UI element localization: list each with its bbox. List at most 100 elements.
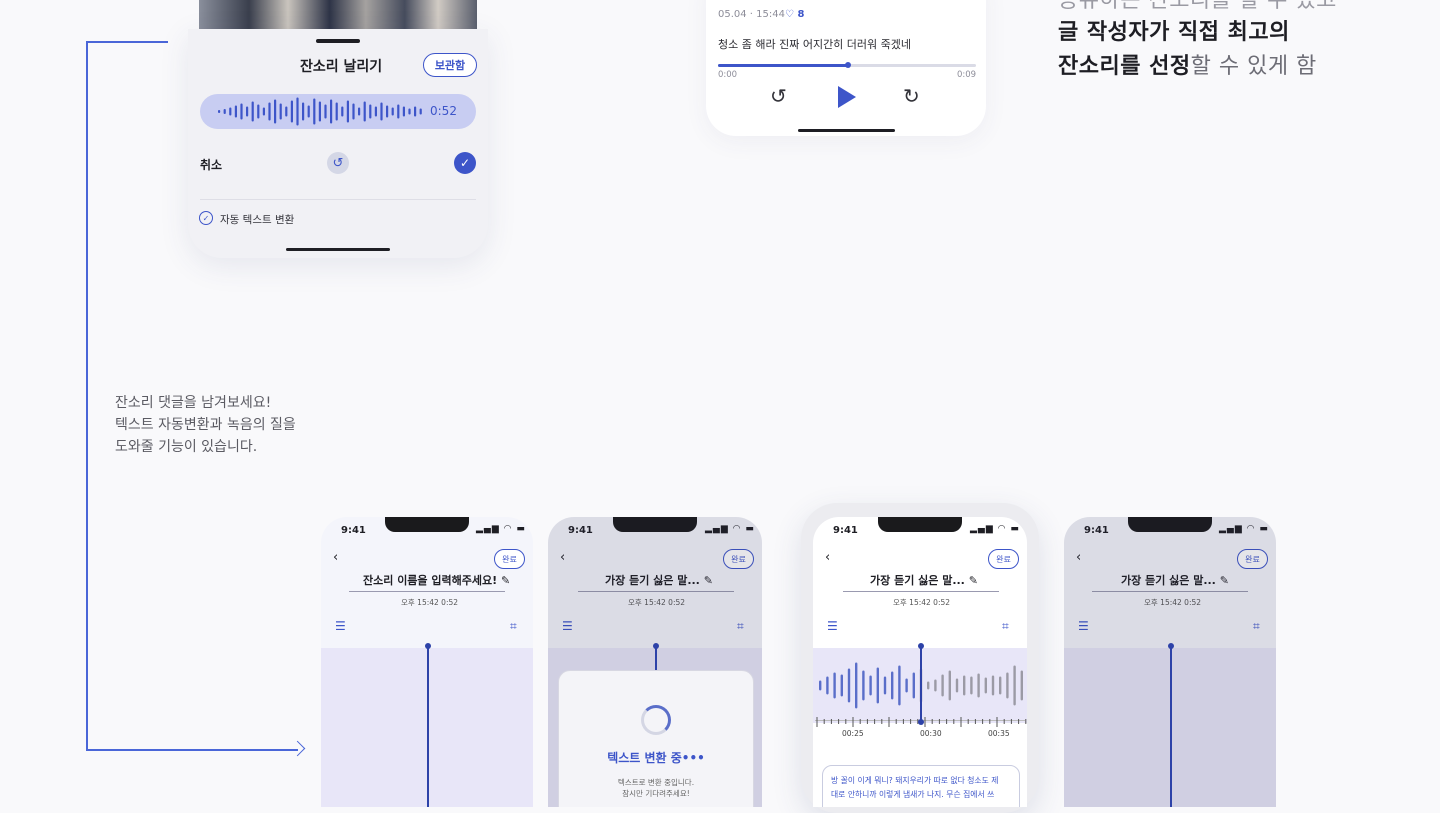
rewind-5-icon[interactable]: ↺ (770, 84, 787, 108)
arrow-right-icon (289, 740, 306, 757)
undo-icon[interactable]: ↺ (327, 152, 349, 174)
description-line3: 도와줄 기능이 있습니다. (115, 439, 258, 455)
tick-label: 00:30 (920, 729, 942, 738)
wave-bar (963, 675, 966, 696)
wave-bar (234, 105, 237, 118)
converting-sub1: 텍스트로 변환 중입니다. (617, 778, 695, 787)
wave-bar (833, 672, 836, 699)
comment-text: 청소 좀 해라 진짜 어지간히 더러워 죽겠네 (718, 38, 912, 51)
wave-bar (341, 106, 344, 117)
wave-bar (318, 101, 321, 122)
back-icon[interactable]: ‹ (825, 550, 830, 565)
feature-copy-line1: 글 작성자가 직접 최고의 (1058, 20, 1290, 45)
back-icon[interactable]: ‹ (333, 550, 338, 565)
description-line2: 텍스트 자동변환과 녹음의 질을 (115, 417, 296, 433)
filter-icon[interactable]: ☰ (827, 619, 838, 633)
crop-icon[interactable]: ⌗ (510, 619, 517, 634)
wave-bar (296, 97, 299, 126)
phone-converting: 9:41 ▂▄▆ ◠ ▬ ‹ 완료 가장 듣기 싫은 말... ✎ 오후 15:… (548, 517, 762, 807)
wave-bar (223, 109, 226, 114)
wave-bar (240, 103, 243, 120)
sheet-grabber[interactable] (316, 39, 360, 43)
phone-name-input: 9:41 ▂▄▆ ◠ ▬ ‹ 완료 잔소리 이름을 입력해주세요! ✎ 오후 1… (321, 517, 533, 807)
wave-bar (991, 675, 995, 696)
progress-knob[interactable] (845, 62, 851, 68)
check-icon[interactable]: ✓ (454, 152, 476, 174)
wave-bar (290, 100, 293, 123)
wave-bar (285, 106, 288, 117)
storage-button[interactable]: 보관함 (423, 53, 477, 77)
forward-5-icon[interactable]: ↻ (903, 84, 920, 108)
pencil-icon: ✎ (968, 574, 978, 587)
wave-bar (977, 673, 980, 698)
converting-title: 텍스트 변환 중••• (607, 751, 705, 765)
recording-name-input[interactable]: 잔소리 이름을 입력해주세요! ✎ (363, 572, 510, 588)
status-icons: ▂▄▆ ◠ ▬ (476, 524, 526, 534)
sheet-title: 잔소리 날리기 (300, 59, 383, 75)
wave-bar (419, 108, 422, 115)
playhead-dot-bottom[interactable] (918, 719, 924, 725)
play-icon[interactable] (838, 86, 856, 108)
wave-bar (912, 672, 915, 699)
wave-bar (369, 104, 372, 119)
wave-bar (246, 106, 249, 117)
tick-label: 00:25 (842, 729, 864, 738)
comment-meta: 05.04 · 15:44 (718, 9, 785, 20)
wave-bar (414, 106, 417, 117)
feature-copy-bold: 잔소리를 선정 (1058, 54, 1191, 79)
wave-bar (386, 105, 389, 118)
recording-name-text: 잔소리 이름을 입력해주세요! (363, 574, 498, 587)
playhead[interactable] (1170, 646, 1172, 807)
wave-bar (819, 680, 822, 691)
done-button[interactable]: 완료 (494, 549, 525, 569)
playhead[interactable] (427, 646, 429, 807)
status-time: 9:41 (341, 525, 366, 536)
wave-bar (970, 676, 973, 695)
wave-bar (251, 101, 254, 122)
flow-connector-top (87, 41, 168, 43)
converting-sub2: 잠시만 기다려주세요! (622, 789, 690, 798)
name-underline (843, 591, 999, 592)
wave-bar (307, 105, 310, 118)
wave-bar (408, 108, 411, 115)
wave-bar (855, 662, 858, 709)
recording-name-text: 가장 듣기 싫은 말... (870, 574, 965, 587)
wave-bar (229, 107, 232, 116)
wave-bar (883, 676, 887, 695)
playhead (655, 646, 657, 670)
recording-duration: 0:52 (430, 104, 457, 118)
wave-bar (984, 677, 987, 694)
crop-icon[interactable]: ⌗ (1002, 619, 1009, 634)
wave-bar (262, 107, 265, 116)
phone-notch (878, 517, 962, 532)
auto-text-toggle-label[interactable]: 자동 텍스트 변환 (220, 212, 294, 227)
wave-bar (847, 668, 851, 703)
recording-name-input[interactable]: 가장 듣기 싫은 말... ✎ (870, 572, 978, 588)
wave-bar (274, 99, 277, 124)
transcript-box[interactable]: 방 꼴이 이게 뭐니? 돼지우리가 따로 없다 청소도 제 대로 안하니까 이렇… (822, 765, 1020, 807)
filter-icon[interactable]: ☰ (335, 619, 346, 633)
wave-bar (826, 676, 829, 695)
wave-bar (346, 100, 349, 123)
wave-bar (330, 99, 333, 124)
wave-bar (955, 678, 959, 693)
wave-bar (927, 681, 930, 690)
playhead[interactable] (920, 646, 922, 722)
status-icons: ▂▄▆ ◠ ▬ (970, 524, 1020, 534)
done-button[interactable]: 완료 (988, 549, 1019, 569)
wave-bar (279, 103, 282, 120)
feature-copy-line0: 공유하는 잔소리를 할 수 있고 (1058, 0, 1337, 13)
spinner-icon (641, 705, 671, 735)
wave-bar (1013, 665, 1016, 706)
wave-bar (934, 679, 937, 692)
wave-bar (268, 102, 271, 121)
like-count-value: 8 (797, 9, 805, 20)
transcript-line1: 방 꼴이 이게 뭐니? 돼지우리가 따로 없다 청소도 제 (831, 776, 999, 785)
like-count[interactable]: ♡ 8 (785, 9, 804, 20)
cancel-button[interactable]: 취소 (200, 156, 222, 173)
home-indicator (798, 129, 895, 132)
wave-bar (941, 674, 944, 697)
check-circle-icon[interactable]: ✓ (199, 211, 213, 225)
time-end: 0:09 (957, 70, 977, 80)
phone-notch (385, 517, 469, 532)
